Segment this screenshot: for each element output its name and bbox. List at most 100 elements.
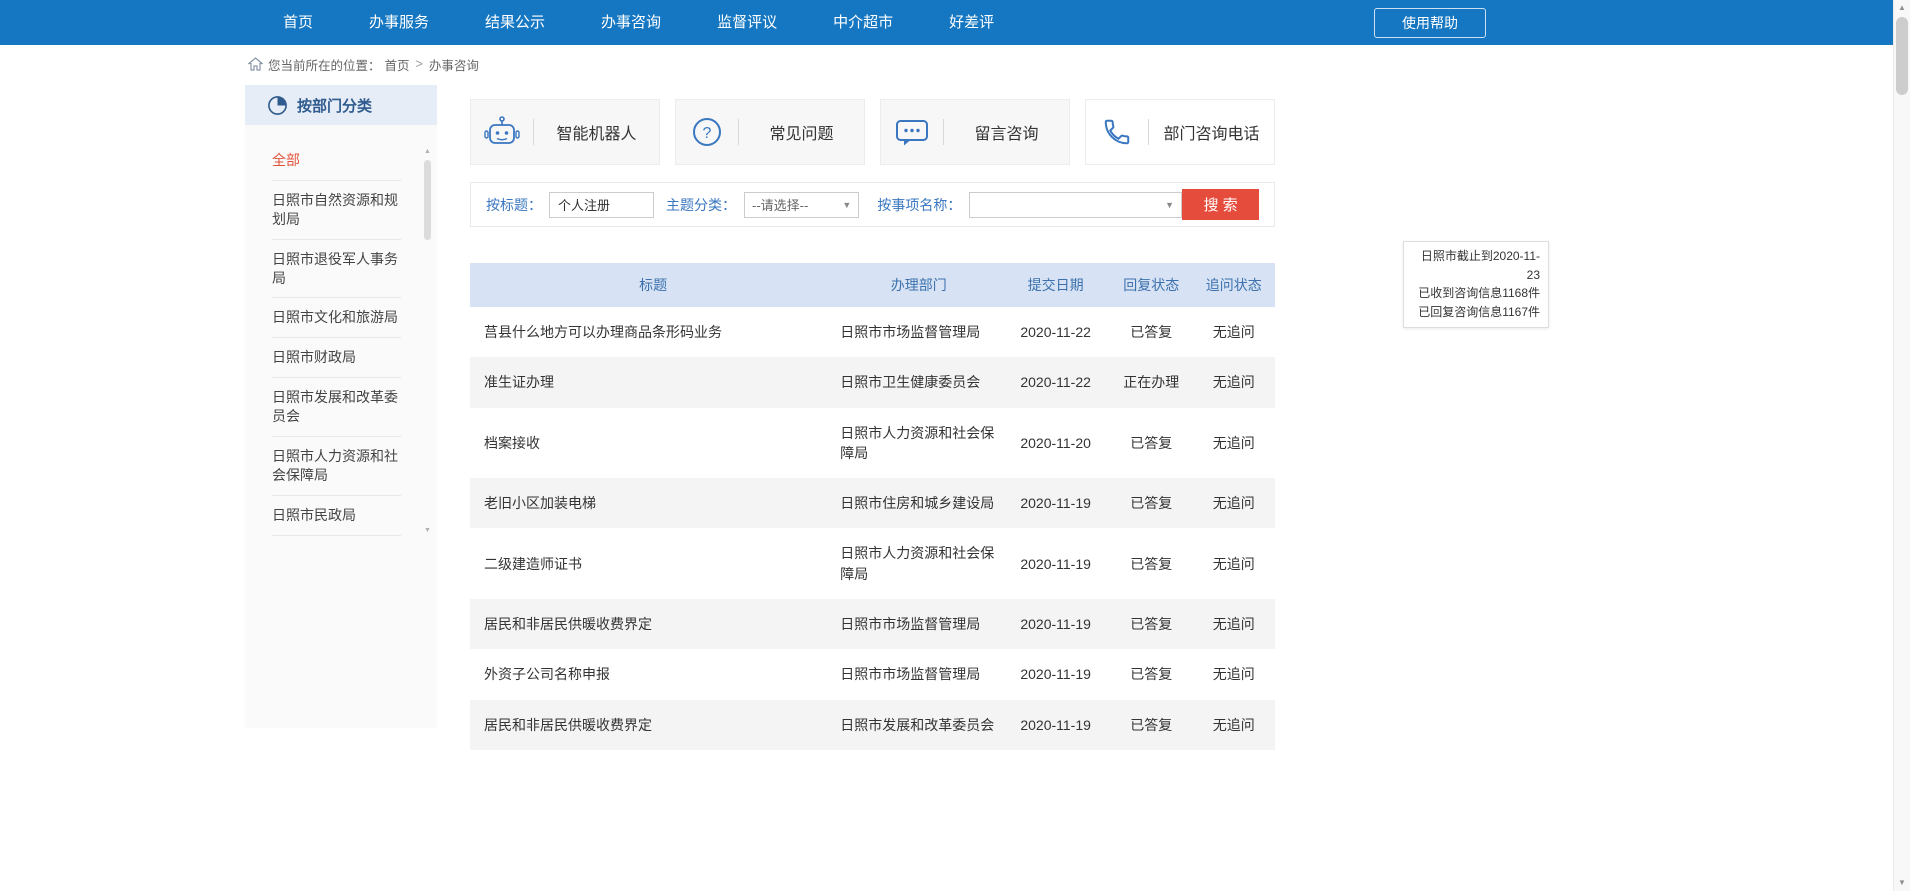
breadcrumb-separator: > [416,57,423,71]
sidebar-item-all[interactable]: 全部 [272,141,401,181]
col-header-reply-status: 回复状态 [1110,263,1193,307]
table-row[interactable]: 居民和非居民供暖收费界定 日照市发展和改革委员会 2020-11-19 已答复 … [470,700,1275,750]
item-name-filter-label: 按事项名称： [877,195,961,215]
table-row[interactable]: 准生证办理 日照市卫生健康委员会 2020-11-22 正在办理 无追问 [470,357,1275,407]
card-smart-robot[interactable]: 智能机器人 [470,99,660,165]
row-department: 日照市市场监督管理局 [836,599,1001,649]
sidebar-item[interactable]: 日照市互联网信息办 [272,536,401,539]
question-icon: ? [676,117,738,147]
sidebar-item[interactable]: 日照市退役军人事务局 [272,240,401,299]
table-row[interactable]: 老旧小区加装电梯 日照市住房和城乡建设局 2020-11-19 已答复 无追问 [470,478,1275,528]
stats-line-received: 已收到咨询信息1168件 [1408,284,1540,303]
table-row[interactable]: 外资子公司名称申报 日照市市场监督管理局 2020-11-19 已答复 无追问 [470,649,1275,699]
page-scrollbar-thumb[interactable] [1896,17,1908,95]
message-icon [881,117,943,147]
table-row[interactable]: 档案接收 日照市人力资源和社会保障局 2020-11-20 已答复 无追问 [470,408,1275,479]
department-sidebar: 按部门分类 全部 日照市自然资源和规划局 日照市退役军人事务局 日照市文化和旅游… [245,85,437,728]
row-date: 2020-11-22 [1001,357,1110,407]
nav-item-results[interactable]: 结果公示 [457,0,573,45]
category-select[interactable]: --请选择-- ▼ [744,192,859,218]
row-followup-status: 无追问 [1192,307,1275,357]
sidebar-scroll-up-icon[interactable]: ▲ [423,147,432,156]
item-name-select[interactable]: ▼ [969,192,1182,218]
search-button[interactable]: 搜 索 [1182,189,1259,220]
row-title[interactable]: 二级建造师证书 [470,528,836,599]
sidebar-item[interactable]: 日照市发展和改革委员会 [272,378,401,437]
row-date: 2020-11-19 [1001,649,1110,699]
table-row[interactable]: 居民和非居民供暖收费界定 日照市市场监督管理局 2020-11-19 已答复 无… [470,599,1275,649]
row-date: 2020-11-19 [1001,700,1110,750]
row-title[interactable]: 居民和非居民供暖收费界定 [470,700,836,750]
chevron-down-icon: ▼ [842,200,851,210]
breadcrumb-prefix: 您当前所在的位置： [268,55,381,74]
row-department: 日照市人力资源和社会保障局 [836,528,1001,599]
row-title[interactable]: 外资子公司名称申报 [470,649,836,699]
row-title[interactable]: 准生证办理 [470,357,836,407]
row-reply-status: 已答复 [1110,478,1193,528]
search-bar: 按标题： 主题分类： --请选择-- ▼ 按事项名称： ▼ 搜 索 [470,182,1275,227]
row-followup-status: 无追问 [1192,700,1275,750]
stats-line-replied: 已回复咨询信息1167件 [1408,303,1540,322]
row-followup-status: 无追问 [1192,528,1275,599]
table-row[interactable]: 二级建造师证书 日照市人力资源和社会保障局 2020-11-19 已答复 无追问 [470,528,1275,599]
row-department: 日照市市场监督管理局 [836,307,1001,357]
card-label: 留言咨询 [944,120,1069,144]
row-reply-status: 已答复 [1110,649,1193,699]
card-label: 智能机器人 [534,120,659,144]
row-title[interactable]: 老旧小区加装电梯 [470,478,836,528]
row-date: 2020-11-19 [1001,478,1110,528]
col-header-followup-status: 追问状态 [1192,263,1275,307]
row-followup-status: 无追问 [1192,408,1275,479]
help-button[interactable]: 使用帮助 [1374,8,1486,38]
row-reply-status: 已答复 [1110,528,1193,599]
nav-item-home[interactable]: 首页 [255,0,341,45]
robot-icon [471,116,533,148]
card-label: 部门咨询电话 [1149,120,1274,144]
consultation-table: 标题 办理部门 提交日期 回复状态 追问状态 莒县什么地方可以办理商品条形码业务… [470,263,1275,750]
nav-item-rating[interactable]: 好差评 [921,0,1022,45]
row-date: 2020-11-19 [1001,528,1110,599]
row-title[interactable]: 居民和非居民供暖收费界定 [470,599,836,649]
card-phone-directory[interactable]: 部门咨询电话 [1085,99,1275,165]
card-label: 常见问题 [739,120,864,144]
row-department: 日照市人力资源和社会保障局 [836,408,1001,479]
svg-text:?: ? [703,125,712,142]
col-header-date: 提交日期 [1001,263,1110,307]
row-department: 日照市发展和改革委员会 [836,700,1001,750]
sidebar-item[interactable]: 日照市文化和旅游局 [272,298,401,338]
department-list: 全部 日照市自然资源和规划局 日照市退役军人事务局 日照市文化和旅游局 日照市财… [272,141,401,539]
sidebar-item[interactable]: 日照市民政局 [272,496,401,536]
title-filter-label: 按标题： [486,195,542,215]
sidebar-item[interactable]: 日照市自然资源和规划局 [272,181,401,240]
row-department: 日照市住房和城乡建设局 [836,478,1001,528]
scroll-up-icon[interactable]: ▲ [1894,0,1910,16]
breadcrumb-home-link[interactable]: 首页 [385,55,410,74]
card-message-consult[interactable]: 留言咨询 [880,99,1070,165]
row-title[interactable]: 档案接收 [470,408,836,479]
row-reply-status: 已答复 [1110,700,1193,750]
table-row[interactable]: 莒县什么地方可以办理商品条形码业务 日照市市场监督管理局 2020-11-22 … [470,307,1275,357]
nav-item-supervision[interactable]: 监督评议 [689,0,805,45]
title-search-input[interactable] [549,192,654,218]
row-title[interactable]: 莒县什么地方可以办理商品条形码业务 [470,307,836,357]
sidebar-title: 按部门分类 [297,95,372,116]
row-date: 2020-11-22 [1001,307,1110,357]
sidebar-item[interactable]: 日照市人力资源和社会保障局 [272,437,401,496]
row-followup-status: 无追问 [1192,649,1275,699]
sidebar-item[interactable]: 日照市财政局 [272,338,401,378]
row-followup-status: 无追问 [1192,599,1275,649]
sidebar-scrollbar[interactable]: ▲ ▼ [423,147,432,535]
row-followup-status: 无追问 [1192,357,1275,407]
card-faq[interactable]: ? 常见问题 [675,99,865,165]
page-scrollbar[interactable]: ▲ ▼ [1893,0,1910,891]
scroll-down-icon[interactable]: ▼ [1894,875,1910,891]
col-header-title: 标题 [470,263,836,307]
sidebar-scrollbar-thumb[interactable] [424,160,431,240]
nav-item-services[interactable]: 办事服务 [341,0,457,45]
table-header-row: 标题 办理部门 提交日期 回复状态 追问状态 [470,263,1275,307]
nav-item-consult[interactable]: 办事咨询 [573,0,689,45]
stats-line-date: 日照市截止到2020-11-23 [1408,247,1540,284]
sidebar-scroll-down-icon[interactable]: ▼ [423,526,432,535]
nav-item-agency-market[interactable]: 中介超市 [805,0,921,45]
category-pie-icon [267,95,288,116]
